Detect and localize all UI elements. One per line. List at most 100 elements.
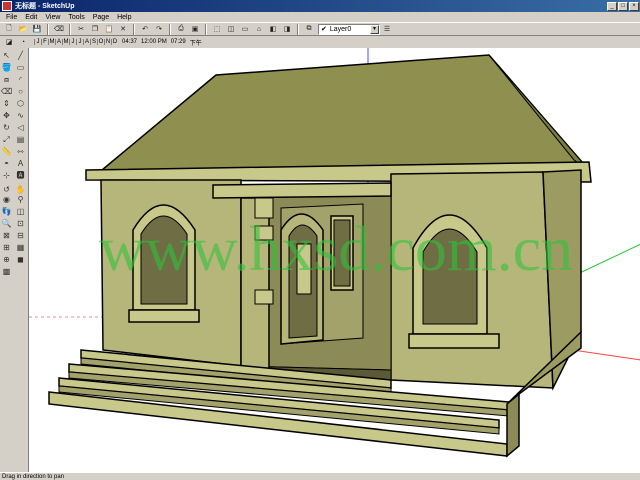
menu-tools[interactable]: Tools	[64, 14, 88, 21]
section-plane-icon[interactable]: ◫	[14, 206, 27, 217]
month-tick: S	[90, 39, 96, 45]
component-tool-icon[interactable]: ⧈	[0, 74, 13, 85]
print-icon[interactable]: ⎙	[175, 24, 187, 35]
rotate-tool-icon[interactable]: ↻	[0, 122, 13, 133]
checkmark-icon: ✔	[321, 26, 327, 33]
copy-icon[interactable]: ❐	[89, 24, 101, 35]
select-arrow-icon[interactable]: ↖	[0, 50, 13, 61]
3d-text-icon[interactable]: 🅰	[14, 170, 27, 181]
xray-icon[interactable]: ▦	[14, 242, 27, 253]
toolbar-separator	[69, 23, 71, 35]
look-around-icon[interactable]: ◉	[0, 194, 13, 205]
menu-page[interactable]: Page	[89, 14, 113, 21]
model-viewport[interactable]: www.hxsd.com.cn	[28, 48, 640, 472]
toolbar-separator	[47, 23, 49, 35]
previous-view-icon[interactable]: ⊟	[14, 230, 27, 241]
arc-tool-icon[interactable]: ◜	[14, 74, 27, 85]
scale-tool-icon[interactable]: ⤢	[0, 134, 13, 145]
textured-icon[interactable]: ▩	[0, 266, 13, 277]
component-icon[interactable]: ⬚	[211, 24, 223, 35]
save-icon[interactable]: 💾	[31, 24, 43, 35]
circle-tool-icon[interactable]: ○	[14, 86, 27, 97]
view-top-icon[interactable]: ▭	[239, 24, 251, 35]
menu-view[interactable]: View	[41, 14, 64, 21]
view-right-icon[interactable]: ◧	[267, 24, 279, 35]
position-camera-icon[interactable]: ⊕	[0, 254, 13, 265]
open-file-icon[interactable]: 📂	[17, 24, 29, 35]
axes-tool-icon[interactable]: ⊹	[0, 170, 13, 181]
walk-icon[interactable]: ⚲	[14, 194, 27, 205]
close-button[interactable]: ×	[629, 1, 639, 11]
redo-icon[interactable]: ↷	[153, 24, 165, 35]
tape-measure-icon[interactable]: 📏	[0, 146, 13, 157]
move-tool-icon[interactable]: ✥	[0, 110, 13, 121]
paint-bucket-icon[interactable]: 🪣	[0, 62, 13, 73]
time-end-period-label: 下午	[189, 40, 202, 47]
shadow-settings-icon[interactable]: ◪	[3, 37, 15, 48]
push-pull-icon[interactable]: ⇕	[0, 98, 13, 109]
month-tick: M	[48, 39, 55, 45]
next-view-icon[interactable]: ⊞	[0, 242, 13, 253]
roof-front	[99, 54, 591, 171]
toolbar-separator	[133, 23, 135, 35]
view-back-icon[interactable]: ◨	[281, 24, 293, 35]
zoom-icon[interactable]: 🔍	[0, 218, 13, 229]
month-tick: J	[69, 39, 76, 45]
watermark-text: www.hxsd.com.cn	[99, 213, 573, 284]
window-title: 无标题 - SketchUp	[15, 3, 75, 10]
month-tick: A	[55, 39, 61, 45]
undo-icon[interactable]: ↶	[139, 24, 151, 35]
toolbar-separator	[205, 23, 207, 35]
offset-tool-icon[interactable]: ▤	[14, 134, 27, 145]
layer-manager-icon[interactable]: ⧉	[303, 24, 315, 35]
line-tool-icon[interactable]: ╱	[14, 50, 27, 61]
layers-stack-icon[interactable]: ☰	[381, 24, 393, 35]
layer-select[interactable]: ✔ Layer0 ▼	[318, 23, 380, 35]
status-text: Drag in direction to pan	[2, 473, 65, 480]
month-tick: J	[34, 39, 41, 45]
erase-icon[interactable]: ⌫	[53, 24, 65, 35]
shadow-toggle-icon[interactable]: ◔	[17, 37, 29, 48]
view-iso-icon[interactable]: ◫	[225, 24, 237, 35]
status-bar: Drag in direction to pan	[0, 472, 640, 480]
paste-icon[interactable]: 📋	[103, 24, 115, 35]
toolbar-separator	[297, 23, 299, 35]
time-start-label: 04:37	[122, 39, 138, 45]
view-front-icon[interactable]: ⌂	[253, 24, 265, 35]
month-tick: N	[104, 39, 111, 45]
dimension-tool-icon[interactable]: ⇿	[14, 146, 27, 157]
follow-me-icon[interactable]: ◁	[14, 122, 27, 133]
minimize-button[interactable]: _	[607, 1, 617, 11]
porch-beam	[212, 182, 392, 199]
rectangle-tool-icon[interactable]: ▭	[14, 62, 27, 73]
time-mid-label: 12:00 PM	[141, 39, 167, 45]
footprints-icon[interactable]: 👣	[0, 206, 13, 217]
month-tick: D	[111, 39, 118, 45]
tool-palette: ↖ ╱ 🪣 ▭ ⧈ ◜ ⌫ ○ ⇕ ⬡ ✥ ∿ ↻ ◁ ⤢ ▤ 📏 ⇿ ◓ A …	[0, 48, 28, 472]
protractor-icon[interactable]: ◓	[0, 158, 13, 169]
zoom-window-icon[interactable]: ⊡	[14, 218, 27, 229]
delete-icon[interactable]: ✕	[117, 24, 129, 35]
month-tick: J	[76, 39, 83, 45]
column-block-low	[254, 289, 274, 305]
shaded-icon[interactable]: ◼	[14, 254, 27, 265]
month-tick: A	[83, 39, 89, 45]
maximize-button[interactable]: □	[618, 1, 628, 11]
freehand-tool-icon[interactable]: ∿	[14, 110, 27, 121]
cut-icon[interactable]: ✂	[75, 24, 87, 35]
new-file-icon[interactable]: 🗋	[3, 24, 15, 35]
menu-bar: File Edit View Tools Page Help	[0, 12, 640, 22]
menu-edit[interactable]: Edit	[21, 14, 41, 21]
menu-file[interactable]: File	[2, 14, 21, 21]
polygon-tool-icon[interactable]: ⬡	[14, 98, 27, 109]
right-window-sill	[408, 333, 500, 349]
model-info-icon[interactable]: ▣	[189, 24, 201, 35]
shadow-toolbar: ◪ ◔ J F M A M J J A S O N D 04:37 12:00 …	[0, 36, 640, 48]
menu-help[interactable]: Help	[113, 14, 135, 21]
chevron-down-icon[interactable]: ▼	[370, 24, 379, 34]
month-slider[interactable]: J F M A M J J A S O N D	[34, 39, 118, 45]
text-tool-icon[interactable]: A	[14, 158, 27, 169]
zoom-extents-icon[interactable]: ⊠	[0, 230, 13, 241]
sketchup-app-icon[interactable]	[2, 1, 12, 11]
eraser-icon[interactable]: ⌫	[0, 86, 13, 97]
